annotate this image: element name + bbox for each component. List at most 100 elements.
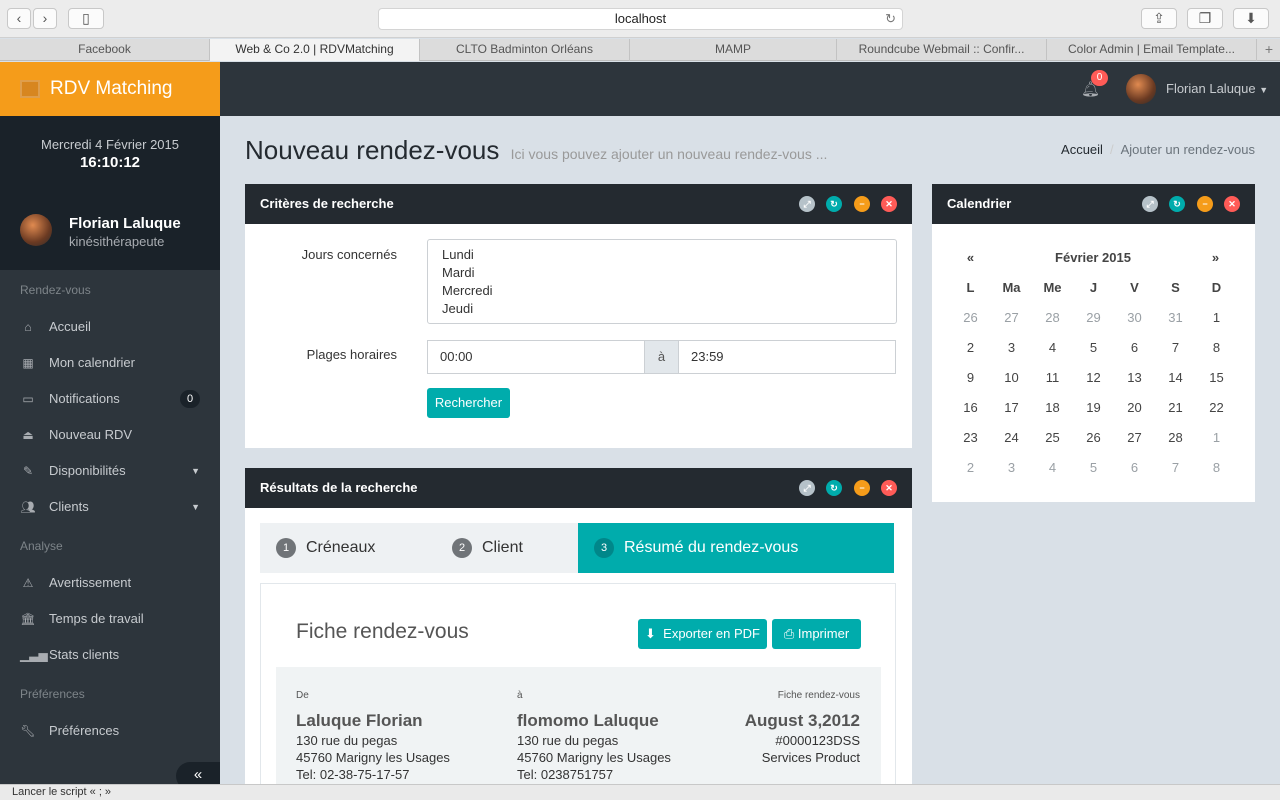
calendar-day[interactable]: 20 [1114, 400, 1155, 415]
sidebar-item-notifications[interactable]: ▭ Notifications 0 [0, 381, 220, 417]
close-icon[interactable]: ✕ [881, 480, 897, 496]
reload-icon[interactable]: ↻ [1169, 196, 1185, 212]
downloads-button[interactable]: ⬇ [1233, 8, 1269, 29]
browser-tab-active[interactable]: Web & Co 2.0 | RDVMatching [210, 39, 420, 61]
calendar-day[interactable]: 29 [1073, 310, 1114, 325]
calendar-day[interactable]: 7 [1155, 460, 1196, 475]
sidebar-item-clients[interactable]: 👥︎ Clients ▼ [0, 489, 220, 525]
end-time-input[interactable]: 23:59 [678, 340, 896, 374]
day-option[interactable]: Lundi [442, 246, 882, 264]
calendar-day[interactable]: 3 [991, 340, 1032, 355]
sidebar-item-avertissement[interactable]: ⚠ Avertissement [0, 565, 220, 601]
calendar-day[interactable]: 7 [1155, 340, 1196, 355]
minus-icon[interactable]: − [854, 196, 870, 212]
export-pdf-button[interactable]: ⬇ Exporter en PDF [638, 619, 767, 649]
search-button[interactable]: Rechercher [427, 388, 510, 418]
calendar-day[interactable]: 8 [1196, 340, 1237, 355]
calendar-month-title[interactable]: Février 2015 [1032, 250, 1154, 265]
calendar-day[interactable]: 25 [1032, 430, 1073, 445]
sidebar-item-preferences[interactable]: 🔧︎ Préférences [0, 713, 220, 749]
calendar-day[interactable]: 15 [1196, 370, 1237, 385]
calendar-next-button[interactable]: » [1195, 250, 1236, 265]
calendar-prev-button[interactable]: « [950, 250, 991, 265]
sidebar-item-stats-clients[interactable]: ▁▃▅ Stats clients [0, 637, 220, 673]
calendar-day[interactable]: 11 [1032, 370, 1073, 385]
close-icon[interactable]: ✕ [881, 196, 897, 212]
calendar-day[interactable]: 21 [1155, 400, 1196, 415]
calendar-day[interactable]: 31 [1155, 310, 1196, 325]
wizard-step-creneaux[interactable]: 1 Créneaux [260, 523, 436, 573]
calendar-day[interactable]: 4 [1032, 340, 1073, 355]
share-button[interactable]: ⇪ [1141, 8, 1177, 29]
sidebar-item-temps-de-travail[interactable]: 🏛︎ Temps de travail [0, 601, 220, 637]
calendar-day[interactable]: 17 [991, 400, 1032, 415]
calendar-day[interactable]: 6 [1114, 340, 1155, 355]
avatar[interactable] [1126, 74, 1156, 104]
expand-icon[interactable]: ⤢ [799, 480, 815, 496]
calendar-day[interactable]: 26 [950, 310, 991, 325]
reload-icon[interactable]: ↻ [826, 196, 842, 212]
day-option[interactable]: Jeudi [442, 300, 882, 318]
calendar-day[interactable]: 27 [991, 310, 1032, 325]
days-multiselect[interactable]: Lundi Mardi Mercredi Jeudi [427, 239, 897, 324]
calendar-day[interactable]: 2 [950, 460, 991, 475]
calendar-day[interactable]: 3 [991, 460, 1032, 475]
calendar-day[interactable]: 4 [1032, 460, 1073, 475]
reload-icon[interactable]: ↻ [885, 9, 896, 29]
calendar-day[interactable]: 8 [1196, 460, 1237, 475]
calendar-day[interactable]: 5 [1073, 340, 1114, 355]
user-menu[interactable]: Florian Laluque ▼ [1166, 81, 1268, 96]
wizard-step-resume[interactable]: 3 Résumé du rendez-vous [578, 523, 894, 573]
calendar-day[interactable]: 24 [991, 430, 1032, 445]
calendar-day[interactable]: 22 [1196, 400, 1237, 415]
calendar-day[interactable]: 19 [1073, 400, 1114, 415]
minus-icon[interactable]: − [1197, 196, 1213, 212]
browser-tab[interactable]: MAMP [630, 39, 837, 61]
calendar-day[interactable]: 1 [1196, 310, 1237, 325]
new-tab-button[interactable]: + [1258, 39, 1280, 61]
minus-icon[interactable]: − [854, 480, 870, 496]
calendar-day[interactable]: 23 [950, 430, 991, 445]
calendar-day[interactable]: 6 [1114, 460, 1155, 475]
signal-icon: ▁▃▅ [20, 648, 48, 662]
expand-icon[interactable]: ⤢ [1142, 196, 1158, 212]
calendar-day[interactable]: 30 [1114, 310, 1155, 325]
calendar-day[interactable]: 16 [950, 400, 991, 415]
calendar-day[interactable]: 28 [1155, 430, 1196, 445]
tabs-overview-button[interactable]: ❐ [1187, 8, 1223, 29]
browser-tab[interactable]: Color Admin | Email Template... [1047, 39, 1257, 61]
calendar-day[interactable]: 13 [1114, 370, 1155, 385]
close-icon[interactable]: ✕ [1224, 196, 1240, 212]
expand-icon[interactable]: ⤢ [799, 196, 815, 212]
calendar-day[interactable]: 10 [991, 370, 1032, 385]
day-option[interactable]: Mardi [442, 264, 882, 282]
sidebar-item-calendrier[interactable]: ▦ Mon calendrier [0, 345, 220, 381]
brand-header[interactable]: RDV Matching [0, 62, 220, 116]
calendar-day[interactable]: 18 [1032, 400, 1073, 415]
calendar-day[interactable]: 26 [1073, 430, 1114, 445]
breadcrumb-home-link[interactable]: Accueil [1061, 142, 1103, 157]
reload-icon[interactable]: ↻ [826, 480, 842, 496]
sidebar-item-nouveau-rdv[interactable]: ⏏ Nouveau RDV [0, 417, 220, 453]
browser-tab[interactable]: Roundcube Webmail :: Confir... [837, 39, 1047, 61]
calendar-day[interactable]: 27 [1114, 430, 1155, 445]
sidebar-toggle-button[interactable]: ▯ [68, 8, 104, 29]
calendar-day[interactable]: 1 [1196, 430, 1237, 445]
calendar-day[interactable]: 2 [950, 340, 991, 355]
calendar-day[interactable]: 28 [1032, 310, 1073, 325]
browser-tab[interactable]: Facebook [0, 39, 210, 61]
sidebar-item-accueil[interactable]: ⌂ Accueil [0, 309, 220, 345]
sidebar-item-disponibilites[interactable]: ✎ Disponibilités ▼ [0, 453, 220, 489]
calendar-day[interactable]: 9 [950, 370, 991, 385]
wizard-step-client[interactable]: 2 Client [436, 523, 578, 573]
calendar-day[interactable]: 5 [1073, 460, 1114, 475]
calendar-day[interactable]: 12 [1073, 370, 1114, 385]
start-time-input[interactable]: 00:00 [427, 340, 645, 374]
back-button[interactable]: ‹ [7, 8, 31, 29]
calendar-day[interactable]: 14 [1155, 370, 1196, 385]
address-bar[interactable]: localhost ↻ [378, 8, 903, 30]
print-button[interactable]: ⎙ Imprimer [772, 619, 861, 649]
day-option[interactable]: Mercredi [442, 282, 882, 300]
forward-button[interactable]: › [33, 8, 57, 29]
browser-tab[interactable]: CLTO Badminton Orléans [420, 39, 630, 61]
